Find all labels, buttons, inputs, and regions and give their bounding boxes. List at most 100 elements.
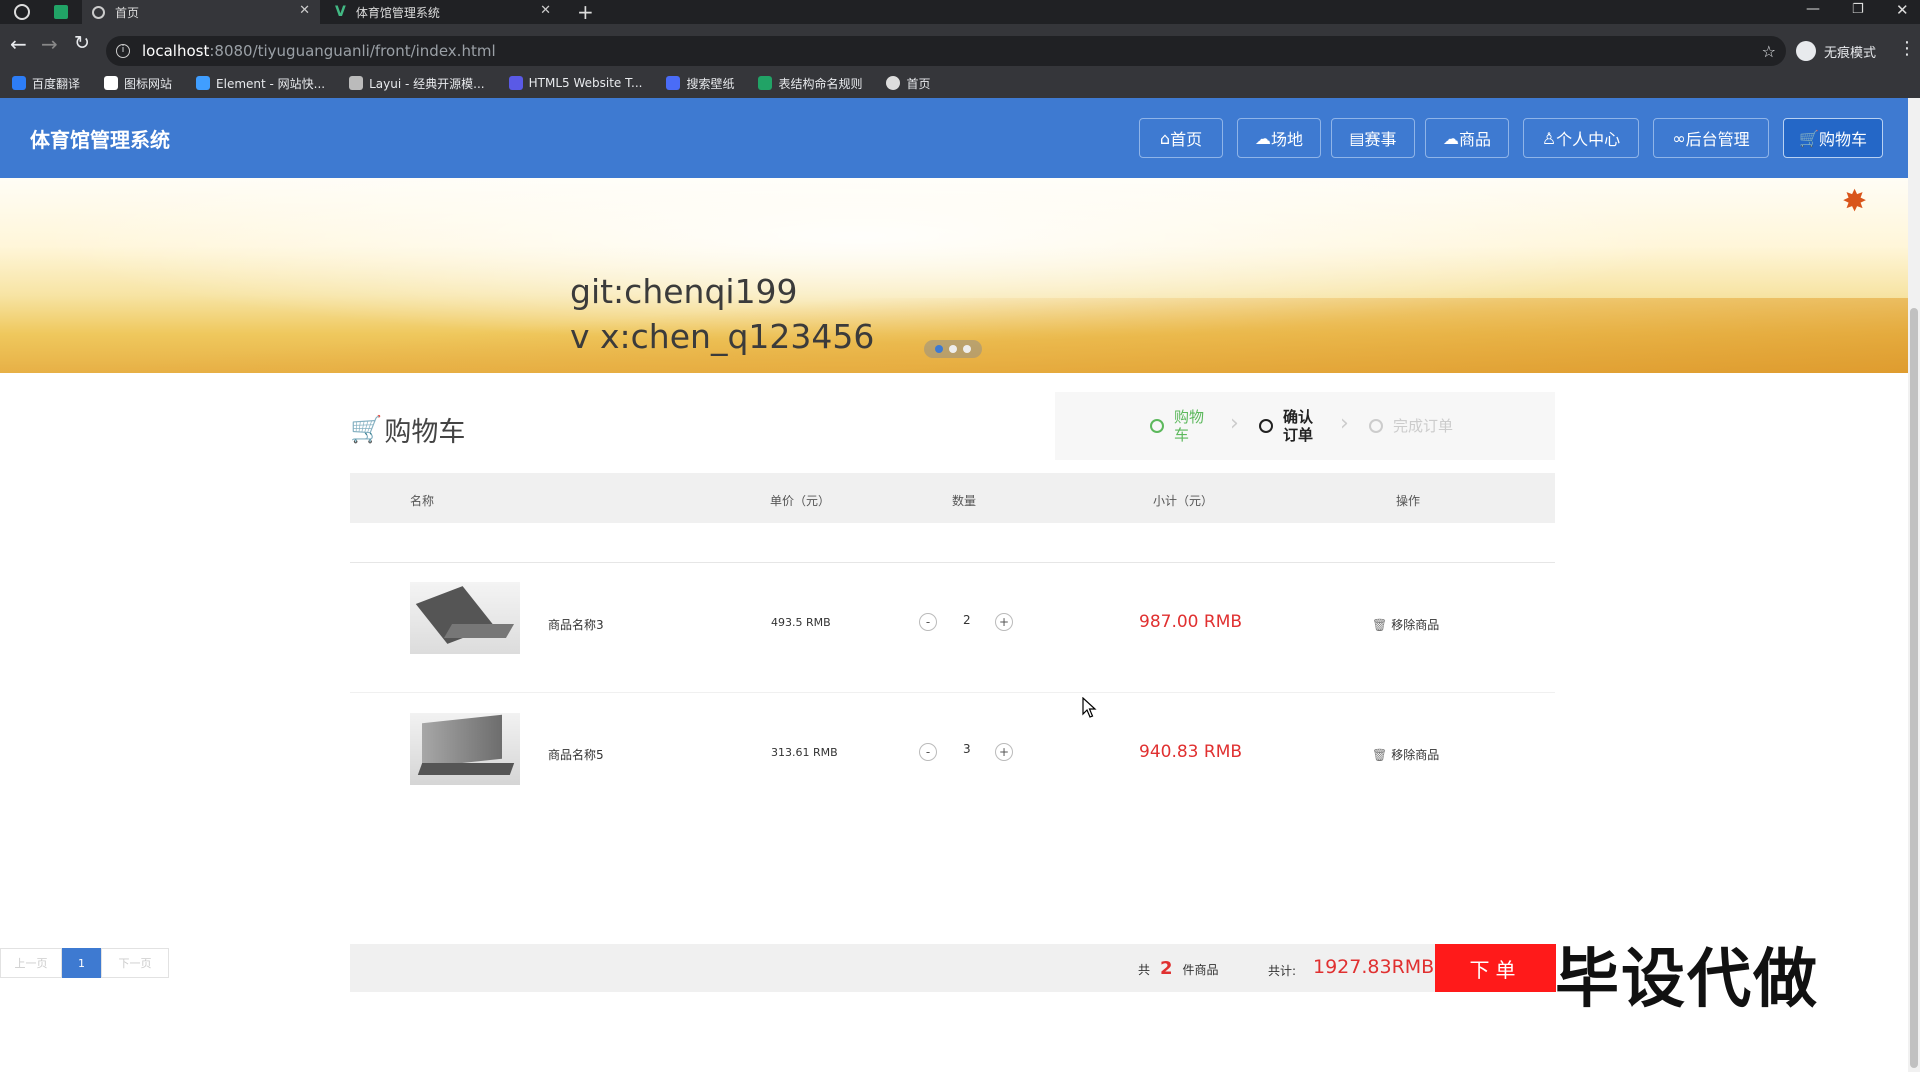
url-bar[interactable]: i localhost :8080/tiyuguanguanli/front/i… — [106, 36, 1786, 66]
decrease-button[interactable]: - — [919, 613, 937, 631]
element-icon — [196, 76, 211, 90]
carousel-dot[interactable] — [935, 345, 943, 353]
url-path: :8080/tiyuguanguanli/front/index.html — [209, 42, 496, 60]
carousel-indicators[interactable] — [924, 340, 982, 358]
col-action: 操作 — [1396, 494, 1421, 508]
nav-venue-button[interactable]: ☁ 场地 — [1237, 118, 1321, 158]
browser-menu-icon[interactable] — [14, 4, 30, 20]
tab-home-label: 首页 — [115, 5, 140, 20]
banner-line-2: v x:chen_q123456 — [570, 317, 875, 356]
restore-icon[interactable]: ❐ — [1852, 2, 1864, 17]
nav-home-button[interactable]: ⌂ 首页 — [1139, 118, 1223, 158]
cloud-icon: ☁ — [1442, 128, 1459, 148]
remove-product-button[interactable]: 🗑 移除商品 — [1372, 616, 1439, 633]
bookmark-item[interactable]: 搜索壁纸 — [666, 75, 734, 92]
cart-icon: 🛒 — [350, 414, 383, 445]
close-icon[interactable]: ✕ — [299, 3, 310, 18]
trash-icon: 🗑 — [1372, 617, 1388, 632]
nav-products-label: 商品 — [1458, 130, 1491, 149]
nav-events-button[interactable]: ▤ 赛事 — [1331, 118, 1415, 158]
circle-icon — [1369, 419, 1383, 433]
bookmark-item[interactable]: 首页 — [886, 75, 931, 92]
nav-cart-label: 购物车 — [1818, 130, 1867, 149]
next-page-button[interactable]: 下一页 — [101, 948, 169, 978]
remove-label: 移除商品 — [1391, 748, 1440, 762]
prev-page-button[interactable]: 上一页 — [0, 948, 62, 978]
bookmark-label: Layui - 经典开源模... — [369, 76, 485, 91]
link-icon: ∞ — [1672, 128, 1686, 148]
step-confirm: 确认订单 — [1259, 408, 1317, 444]
bookmark-item[interactable]: 表结构命名规则 — [758, 75, 862, 92]
subtotal-value: 940.83 RMB — [1139, 742, 1243, 762]
reload-icon[interactable]: ↻ — [74, 32, 90, 54]
tab-home[interactable]: 首页 ✕ — [82, 0, 320, 24]
html5-icon — [508, 76, 523, 90]
watermark-text: 毕设代做 — [1555, 943, 1819, 1017]
item-count-summary: 共 2 件商品 — [1138, 958, 1219, 979]
increase-button[interactable]: + — [995, 613, 1013, 631]
nav-cart-button[interactable]: 🛒 购物车 — [1783, 118, 1883, 158]
product-name: 商品名称5 — [548, 748, 604, 762]
nav-products-button[interactable]: ☁ 商品 — [1425, 118, 1509, 158]
bookmarks-bar: 百度翻译 图标网站 Element - 网站快... Layui - 经典开源模… — [0, 68, 1920, 98]
star-icon[interactable]: ☆ — [1762, 42, 1776, 61]
quantity-value[interactable]: 2 — [963, 613, 971, 627]
browser-menu-dots-icon[interactable]: ⋮ — [1898, 38, 1916, 59]
circle-icon — [1259, 419, 1273, 433]
product-name: 商品名称3 — [548, 618, 604, 632]
laptop-base — [417, 763, 515, 775]
remove-label: 移除商品 — [1391, 618, 1440, 632]
product-image[interactable] — [410, 713, 520, 785]
tab-gym-system[interactable]: V 体育馆管理系统 ✕ — [325, 0, 561, 24]
close-icon[interactable]: ✕ — [540, 3, 551, 18]
bookmark-label: HTML5 Website T... — [528, 76, 643, 90]
chevron-right-icon: › — [1230, 411, 1239, 436]
page-number-button[interactable]: 1 — [62, 948, 101, 978]
forward-icon[interactable]: → — [41, 32, 58, 56]
step-complete: 完成订单 — [1369, 417, 1453, 435]
bookmark-item[interactable]: 百度翻译 — [12, 75, 80, 92]
back-icon[interactable]: ← — [10, 32, 27, 56]
summary-count: 2 — [1160, 958, 1173, 979]
layui-icon — [349, 76, 364, 90]
cart-heading-label: 购物车 — [384, 417, 466, 448]
sheets-tab-icon[interactable] — [54, 5, 68, 19]
cart-icon: 🛒 — [1799, 128, 1819, 148]
window-close-icon[interactable]: ✕ — [1896, 1, 1909, 19]
col-name: 名称 — [410, 494, 435, 508]
bookmark-label: 表结构命名规则 — [778, 76, 863, 91]
cart-heading: 🛒 购物车 — [350, 410, 465, 449]
trash-icon: 🗑 — [1372, 747, 1388, 762]
place-order-button[interactable]: 下单 — [1435, 944, 1556, 992]
bookmark-item[interactable]: 图标网站 — [104, 75, 172, 92]
minimize-icon[interactable]: — — [1806, 1, 1820, 17]
carousel-dot[interactable] — [963, 345, 971, 353]
incognito-label: 无痕模式 — [1824, 45, 1877, 61]
scrollbar-thumb[interactable] — [1910, 308, 1918, 1068]
new-tab-icon[interactable]: + — [577, 0, 594, 24]
col-qty: 数量 — [952, 494, 977, 508]
tab-gym-system-label: 体育馆管理系统 — [355, 5, 440, 20]
remove-product-button[interactable]: 🗑 移除商品 — [1372, 746, 1439, 763]
col-subtotal: 小计（元） — [1153, 494, 1214, 508]
increase-button[interactable]: + — [995, 743, 1013, 761]
bookmark-item[interactable]: Layui - 经典开源模... — [349, 75, 485, 92]
bookmark-item[interactable]: Element - 网站快... — [196, 75, 325, 92]
page-scrollbar[interactable] — [1908, 98, 1920, 1072]
vue-icon: V — [335, 4, 346, 20]
translate-icon — [12, 76, 26, 90]
carousel-dot[interactable] — [949, 345, 957, 353]
summary-prefix: 共 — [1138, 963, 1151, 977]
incognito-indicator[interactable]: 无痕模式 — [1796, 36, 1876, 66]
flag-icon — [104, 76, 119, 90]
summary-suffix: 件商品 — [1182, 963, 1219, 977]
nav-profile-button[interactable]: ♙ 个人中心 — [1523, 118, 1639, 158]
url-host: localhost — [142, 42, 210, 60]
info-icon: i — [116, 44, 130, 58]
bookmark-item[interactable]: HTML5 Website T... — [508, 76, 643, 90]
nav-admin-button[interactable]: ∞ 后台管理 — [1653, 118, 1769, 158]
product-image[interactable] — [410, 582, 520, 654]
cloud-icon: ☁ — [1254, 128, 1271, 148]
quantity-value[interactable]: 3 — [963, 742, 971, 756]
decrease-button[interactable]: - — [919, 743, 937, 761]
